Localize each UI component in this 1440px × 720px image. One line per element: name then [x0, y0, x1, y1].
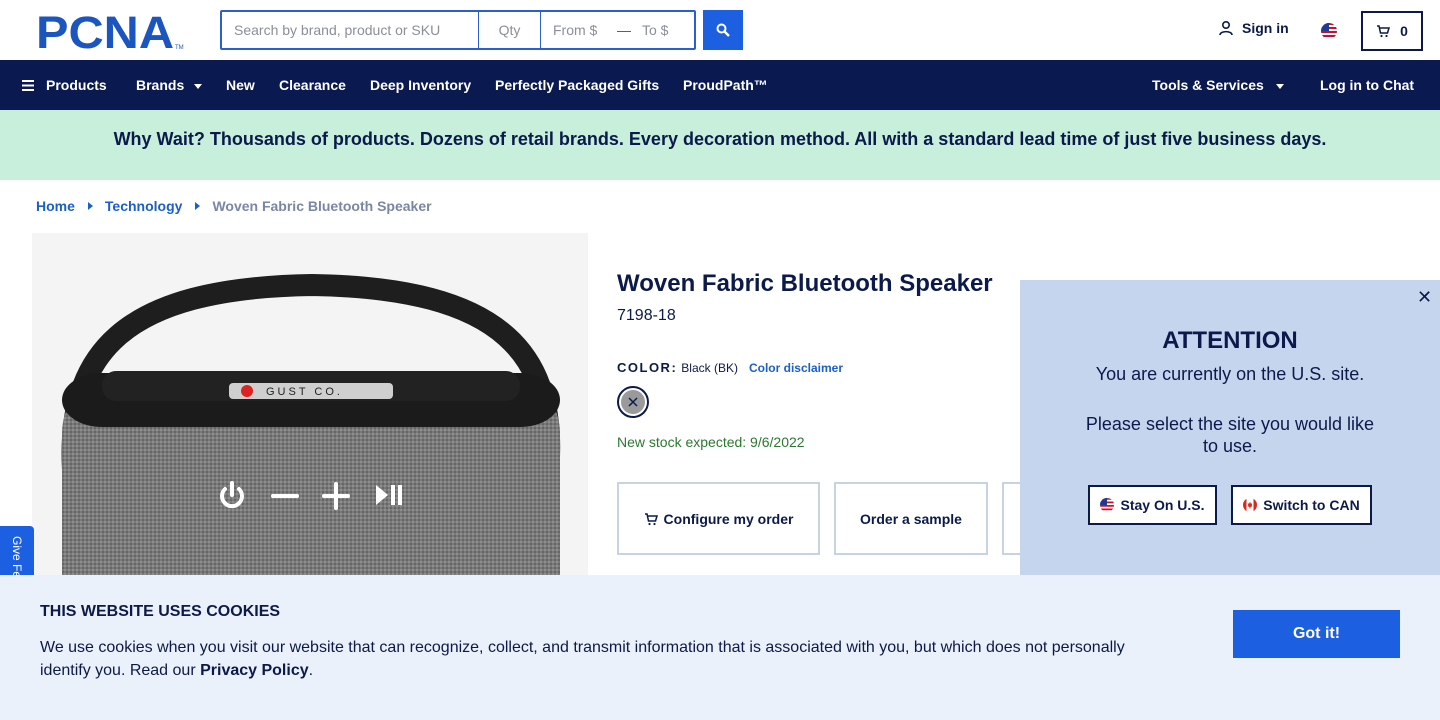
site-select-panel: ✕ ATTENTION You are currently on the U.S…	[1020, 280, 1440, 575]
product-sku: 7198-18	[617, 307, 676, 324]
range-dash: —	[617, 22, 631, 38]
switch-can-button[interactable]: Switch to CAN	[1231, 485, 1372, 525]
nav-deep-inventory[interactable]: Deep Inventory	[370, 60, 471, 110]
privacy-policy-link[interactable]: Privacy Policy	[200, 662, 309, 679]
search-bar: —	[220, 10, 696, 50]
qty-input[interactable]	[478, 12, 540, 48]
close-icon[interactable]: ✕	[1417, 287, 1432, 308]
top-header: PCNA TM — Sign in	[0, 0, 1440, 60]
chevron-down-icon	[1275, 83, 1284, 89]
sign-in-link[interactable]: Sign in	[1218, 20, 1289, 36]
nav-products-label: Products	[46, 77, 107, 93]
order-sample-button[interactable]: Order a sample	[834, 482, 988, 555]
promo-banner: Why Wait? Thousands of products. Dozens …	[0, 110, 1440, 180]
nav-tools-label: Tools & Services	[1152, 77, 1264, 93]
cart-icon	[1377, 25, 1391, 38]
nav-new[interactable]: New	[226, 60, 255, 110]
cookie-text: We use cookies when you visit our websit…	[40, 636, 1150, 682]
order-sample-label: Order a sample	[860, 510, 962, 527]
cookie-title: THIS WEBSITE USES COOKIES	[40, 603, 281, 620]
imprint-text: GUST CO.	[266, 386, 343, 398]
color-row: COLOR: Black (BK) Color disclaimer	[617, 360, 843, 375]
cookie-banner: THIS WEBSITE USES COOKIES We use cookies…	[0, 575, 1440, 720]
breadcrumb-current: Woven Fabric Bluetooth Speaker	[212, 198, 432, 214]
attention-current-site: You are currently on the U.S. site.	[1095, 364, 1365, 384]
stay-us-label: Stay On U.S.	[1120, 497, 1205, 513]
cart-count: 0	[1400, 23, 1408, 39]
sign-in-label: Sign in	[1242, 20, 1289, 36]
configure-order-label: Configure my order	[663, 510, 794, 527]
attention-select-prompt: Please select the site you would like to…	[1085, 414, 1375, 456]
color-disclaimer-link[interactable]: Color disclaimer	[749, 361, 843, 375]
cart-icon	[644, 512, 658, 525]
promo-text: Why Wait? Thousands of products. Dozens …	[113, 129, 1327, 149]
chevron-right-icon	[87, 202, 93, 210]
cookie-accept-button[interactable]: Got it!	[1233, 610, 1400, 658]
stay-us-button[interactable]: Stay On U.S.	[1088, 485, 1217, 525]
price-from-input[interactable]	[540, 12, 618, 48]
nav-brands[interactable]: Brands	[136, 60, 203, 110]
logo-tm: TM	[175, 45, 184, 50]
speaker-image: GUST CO.	[61, 273, 561, 575]
product-title: Woven Fabric Bluetooth Speaker	[617, 270, 993, 297]
nav-tools-services[interactable]: Tools & Services	[1152, 60, 1284, 110]
search-input[interactable]	[222, 12, 478, 48]
color-value: Black (BK)	[681, 361, 738, 375]
attention-title: ATTENTION	[1162, 327, 1298, 354]
search-button[interactable]	[703, 10, 743, 50]
breadcrumb: Home Technology Woven Fabric Bluetooth S…	[36, 198, 432, 214]
chevron-down-icon	[194, 83, 203, 89]
price-to-input[interactable]	[630, 12, 694, 48]
chevron-right-icon	[195, 202, 201, 210]
close-icon	[628, 397, 638, 407]
cart-button[interactable]: 0	[1361, 11, 1423, 51]
pcna-logo[interactable]: PCNA TM	[36, 12, 184, 50]
nav-clearance[interactable]: Clearance	[279, 60, 346, 110]
cookie-end: .	[308, 662, 314, 679]
us-flag-icon	[1100, 498, 1115, 512]
switch-can-label: Switch to CAN	[1263, 497, 1360, 513]
nav-brands-label: Brands	[136, 77, 185, 93]
color-swatch-black[interactable]	[617, 386, 649, 418]
breadcrumb-category[interactable]: Technology	[105, 198, 183, 214]
feedback-tab[interactable]: Give Fe	[0, 526, 34, 578]
nav-proudpath[interactable]: ProudPath™	[683, 60, 768, 110]
product-image[interactable]: GUST CO.	[32, 233, 588, 575]
menu-icon	[22, 79, 34, 91]
breadcrumb-home[interactable]: Home	[36, 198, 75, 214]
canada-flag-icon	[1243, 498, 1258, 512]
user-icon	[1219, 20, 1233, 36]
swatch-fill	[621, 390, 645, 414]
nav-chat-login[interactable]: Log in to Chat	[1320, 60, 1414, 110]
color-label: COLOR:	[617, 360, 678, 375]
search-icon	[716, 23, 730, 37]
main-nav: Products Brands New Clearance Deep Inven…	[0, 60, 1440, 110]
us-flag-icon[interactable]	[1321, 23, 1337, 39]
stock-status: New stock expected: 9/6/2022	[617, 434, 805, 450]
nav-gifts[interactable]: Perfectly Packaged Gifts	[495, 60, 659, 110]
configure-order-button[interactable]: Configure my order	[617, 482, 820, 555]
logo-text: PCNA	[36, 12, 174, 50]
nav-products[interactable]: Products	[22, 60, 107, 110]
